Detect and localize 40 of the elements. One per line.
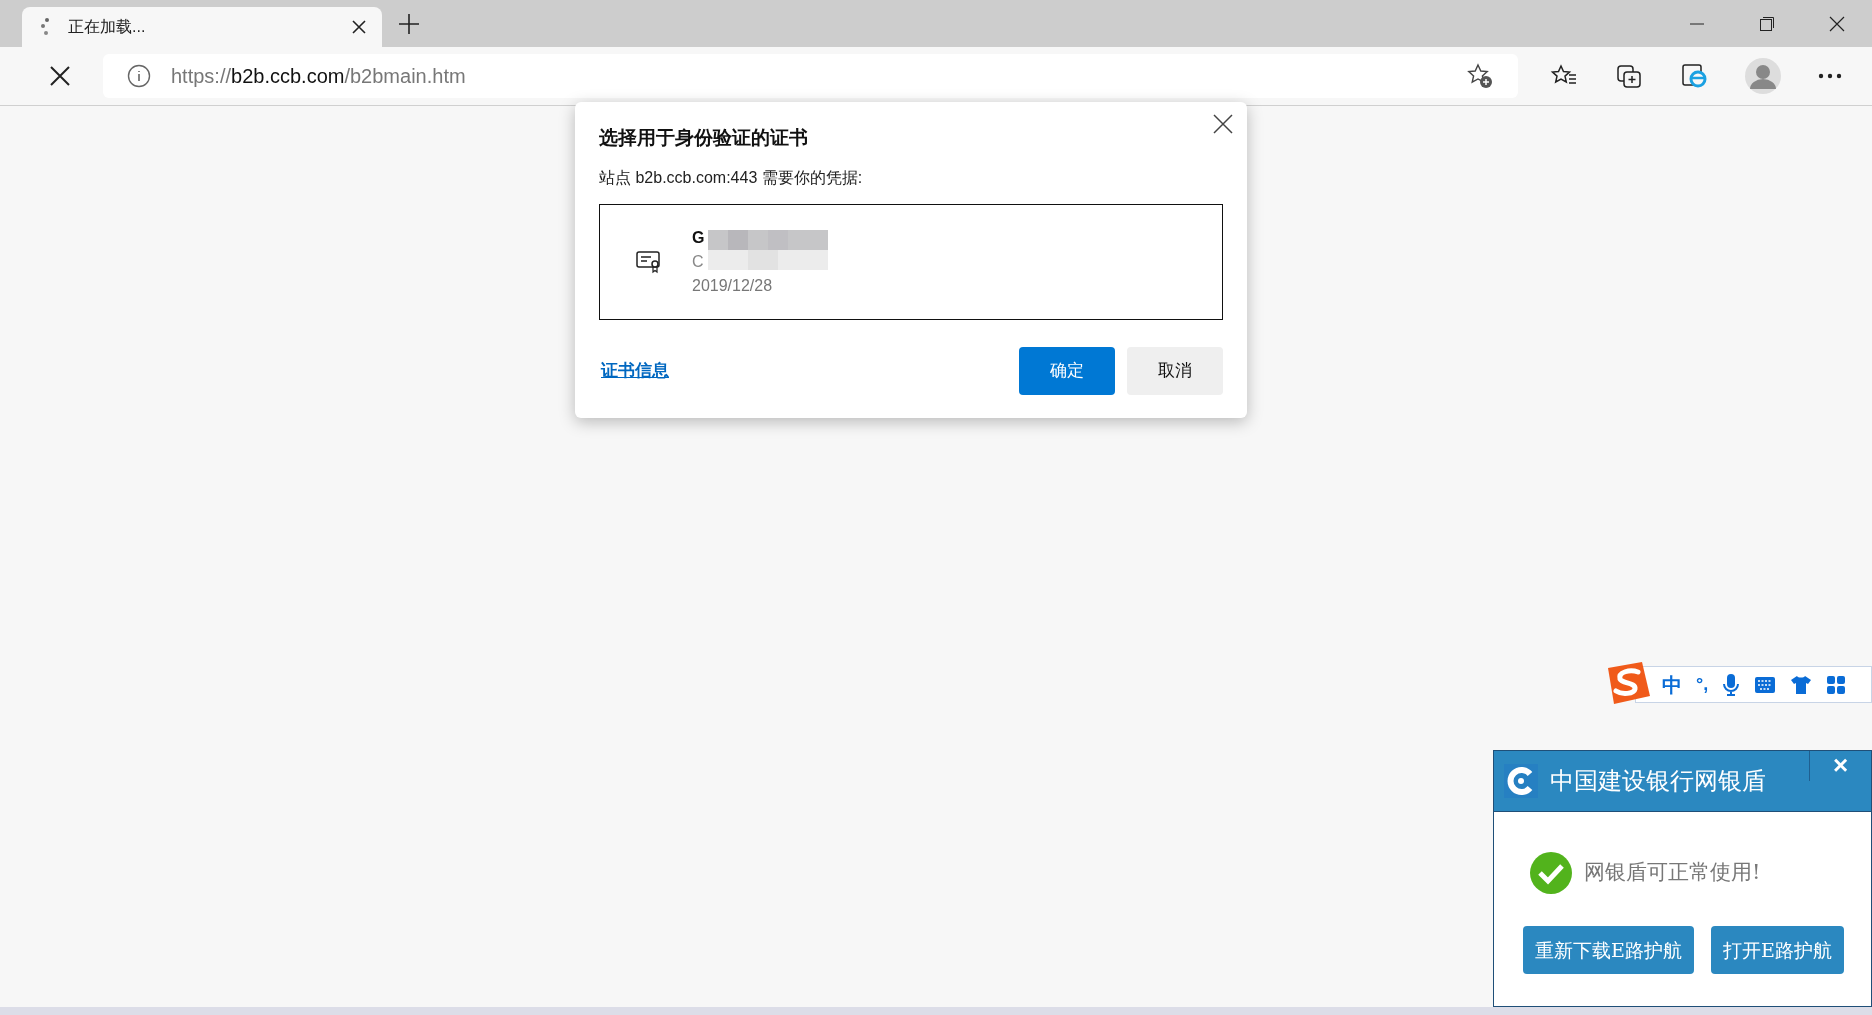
certificate-date: 2019/12/28 [692, 276, 774, 296]
tab-title: 正在加载... [68, 17, 147, 37]
action-button[interactable]: 打开E路护航 [1710, 926, 1844, 974]
cancel-button[interactable]: 取消 [1127, 347, 1223, 395]
close-window-icon[interactable] [1829, 15, 1845, 32]
dialog-title: 选择用于身份验证的证书 [599, 126, 809, 150]
collections-icon[interactable] [1615, 62, 1643, 90]
confirm-button[interactable]: 确定 [1019, 347, 1115, 395]
close-icon[interactable] [1213, 114, 1233, 134]
grid-icon[interactable] [1826, 674, 1847, 695]
shirt-icon[interactable] [1790, 674, 1813, 695]
browser-tab[interactable]: 正在加载... [22, 7, 382, 47]
ime-mode[interactable]: 中 [1662, 669, 1682, 700]
certificate-icon [636, 250, 662, 274]
certificate-info-link[interactable]: 证书信息 [601, 358, 669, 384]
stop-icon[interactable] [50, 66, 70, 86]
new-tab-icon[interactable] [398, 13, 420, 35]
certificate-issuer: C [692, 252, 705, 272]
keyboard-icon[interactable] [1754, 675, 1777, 694]
avatar-icon[interactable] [1745, 58, 1781, 94]
punctuation-mode[interactable]: °, [1696, 671, 1709, 698]
loading-icon [38, 17, 52, 37]
success-check-icon [1530, 852, 1572, 894]
address-bar[interactable]: https://b2b.ccb.com/b2bmain.htm [103, 54, 1518, 98]
dialog-subtitle: 站点 b2b.ccb.com:443 需要你的凭据: [599, 168, 864, 188]
ie-mode-icon[interactable] [1680, 62, 1708, 90]
certificate-item[interactable]: G C 2019/12/28 [599, 204, 1223, 320]
info-icon[interactable] [127, 64, 151, 88]
certificate-name: G [692, 228, 705, 248]
more-icon[interactable] [1818, 73, 1842, 79]
url-text: https://b2b.ccb.com/b2bmain.htm [171, 64, 467, 89]
bank-logo-icon [1504, 764, 1538, 798]
microphone-icon[interactable] [1722, 672, 1741, 697]
popup-title: 中国建设银行网银盾 [1550, 766, 1766, 796]
star-plus-icon[interactable] [1466, 62, 1494, 90]
status-message: 网银盾可正常使用! [1584, 859, 1761, 887]
popup-close-button[interactable]: × [1809, 751, 1871, 781]
close-icon[interactable] [352, 20, 366, 34]
restore-icon[interactable] [1759, 15, 1775, 32]
action-button[interactable]: 重新下载E路护航 [1523, 926, 1694, 974]
